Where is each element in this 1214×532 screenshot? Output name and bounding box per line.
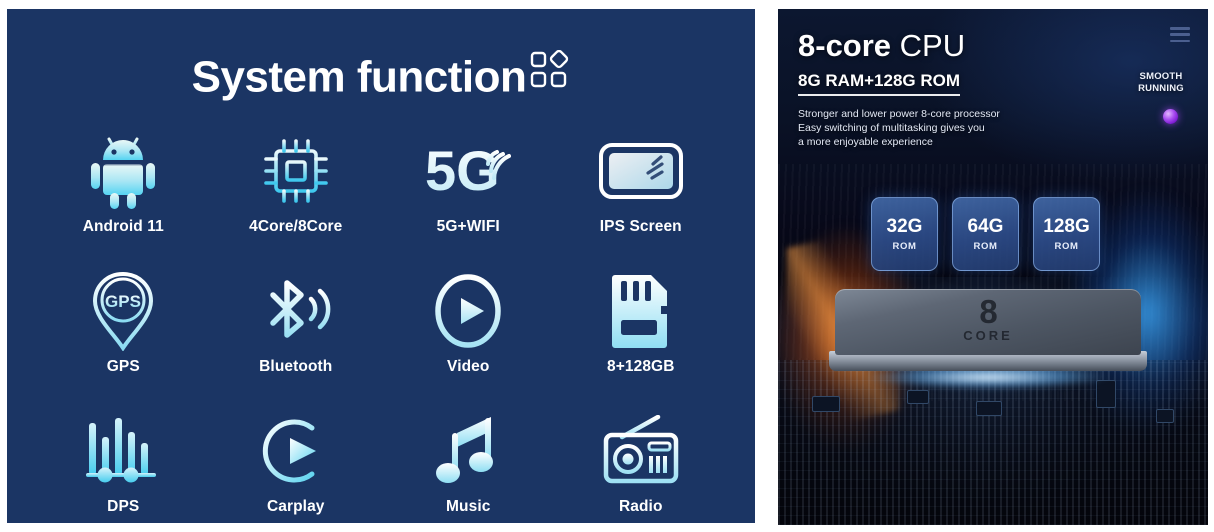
feature-item-cpu[interactable]: 4Core/8Core [210,131,383,253]
rom-card-list: 32G ROM 64G ROM 128G ROM [871,197,1100,271]
hamburger-menu-icon[interactable] [1170,27,1190,42]
feature-label: 8+128GB [607,358,675,375]
rom-card-64g[interactable]: 64G ROM [952,197,1019,271]
feature-item-dps[interactable]: DPS [37,411,210,523]
feature-label: Carplay [266,498,325,515]
feature-label: 4Core/8Core [249,218,343,235]
rom-unit: ROM [973,240,998,252]
cpu-headline-light: CPU [891,28,966,63]
svg-text:5G: 5G [425,139,500,202]
feature-item-android[interactable]: Android 11 [37,131,210,253]
feature-label: Music [446,498,491,515]
svg-text:GPS: GPS [105,292,141,311]
ips-screen-icon [598,131,684,211]
sd-card-icon [609,271,673,351]
rom-size: 64G [967,215,1004,237]
chip-top: 8 CORE [835,289,1141,355]
radio-icon [600,411,682,491]
cpu-chip-icon [260,131,332,211]
menu-bar [1170,27,1190,30]
feature-item-storage[interactable]: 8+128GB [555,271,728,393]
feature-label: Radio [618,498,663,515]
carplay-icon [260,411,332,491]
feature-label: Android 11 [82,218,164,235]
grid-diamond-icon [530,50,570,98]
chip-core-count: 8 [979,293,997,330]
feature-label: GPS [106,358,140,375]
feature-item-gps[interactable]: GPS GPS [37,271,210,393]
feature-label: Bluetooth [259,358,333,375]
feature-item-bluetooth[interactable]: Bluetooth [210,271,383,393]
chip-core-word: CORE [963,328,1013,343]
menu-bar [1170,33,1190,36]
rom-size: 128G [1043,215,1090,237]
smooth-running-badge: SMOOTH RUNNING [1138,71,1184,94]
cpu-headline: 8-core CPU [798,30,965,61]
rom-card-128g[interactable]: 128G ROM [1033,197,1100,271]
feature-label: 5G+WIFI [436,218,500,235]
feature-item-carplay[interactable]: Carplay [210,411,383,523]
cpu-promo-panel: 8-core CPU 8G RAM+128G ROM Stronger and … [778,9,1208,525]
feature-label: Video [447,358,490,375]
rom-card-32g[interactable]: 32G ROM [871,197,938,271]
bluetooth-icon [257,271,335,351]
rom-unit: ROM [892,240,917,252]
cpu-headline-strong: 8-core [798,28,892,63]
promo-banner: System function Android 11 4Core/8Core 5… [0,0,1214,532]
menu-bar [1170,39,1190,42]
feature-grid: Android 11 4Core/8Core 5G 5G+WIFI IPS Sc… [37,131,727,523]
feature-item-5g-wifi[interactable]: 5G 5G+WIFI [382,131,555,253]
feature-item-music[interactable]: Music [382,411,555,523]
feature-item-radio[interactable]: Radio [555,411,728,523]
video-play-icon [432,271,504,351]
feature-label: DPS [107,498,140,515]
android-robot-icon [87,131,159,211]
page-title: System function [7,50,755,102]
system-function-panel: System function Android 11 4Core/8Core 5… [7,9,755,523]
chip-engraving: 8 CORE [835,295,1141,342]
purple-glow-dot [1163,109,1178,124]
rom-size: 32G [886,215,923,237]
equalizer-icon [84,411,162,491]
feature-label: IPS Screen [599,218,682,235]
5g-wifi-icon: 5G [425,131,512,211]
ram-rom-subtitle: 8G RAM+128G ROM [798,71,961,96]
cpu-description: Stronger and lower power 8-core processo… [798,108,1000,148]
feature-item-ips-screen[interactable]: IPS Screen [555,131,728,253]
page-title-text: System function [191,52,527,102]
rom-unit: ROM [1054,240,1079,252]
cpu-chip-render: 8 CORE [823,289,1153,404]
feature-item-video[interactable]: Video [382,271,555,393]
pcb-component [1156,409,1175,424]
music-note-icon [435,411,501,491]
gps-pin-icon: GPS [91,271,155,351]
